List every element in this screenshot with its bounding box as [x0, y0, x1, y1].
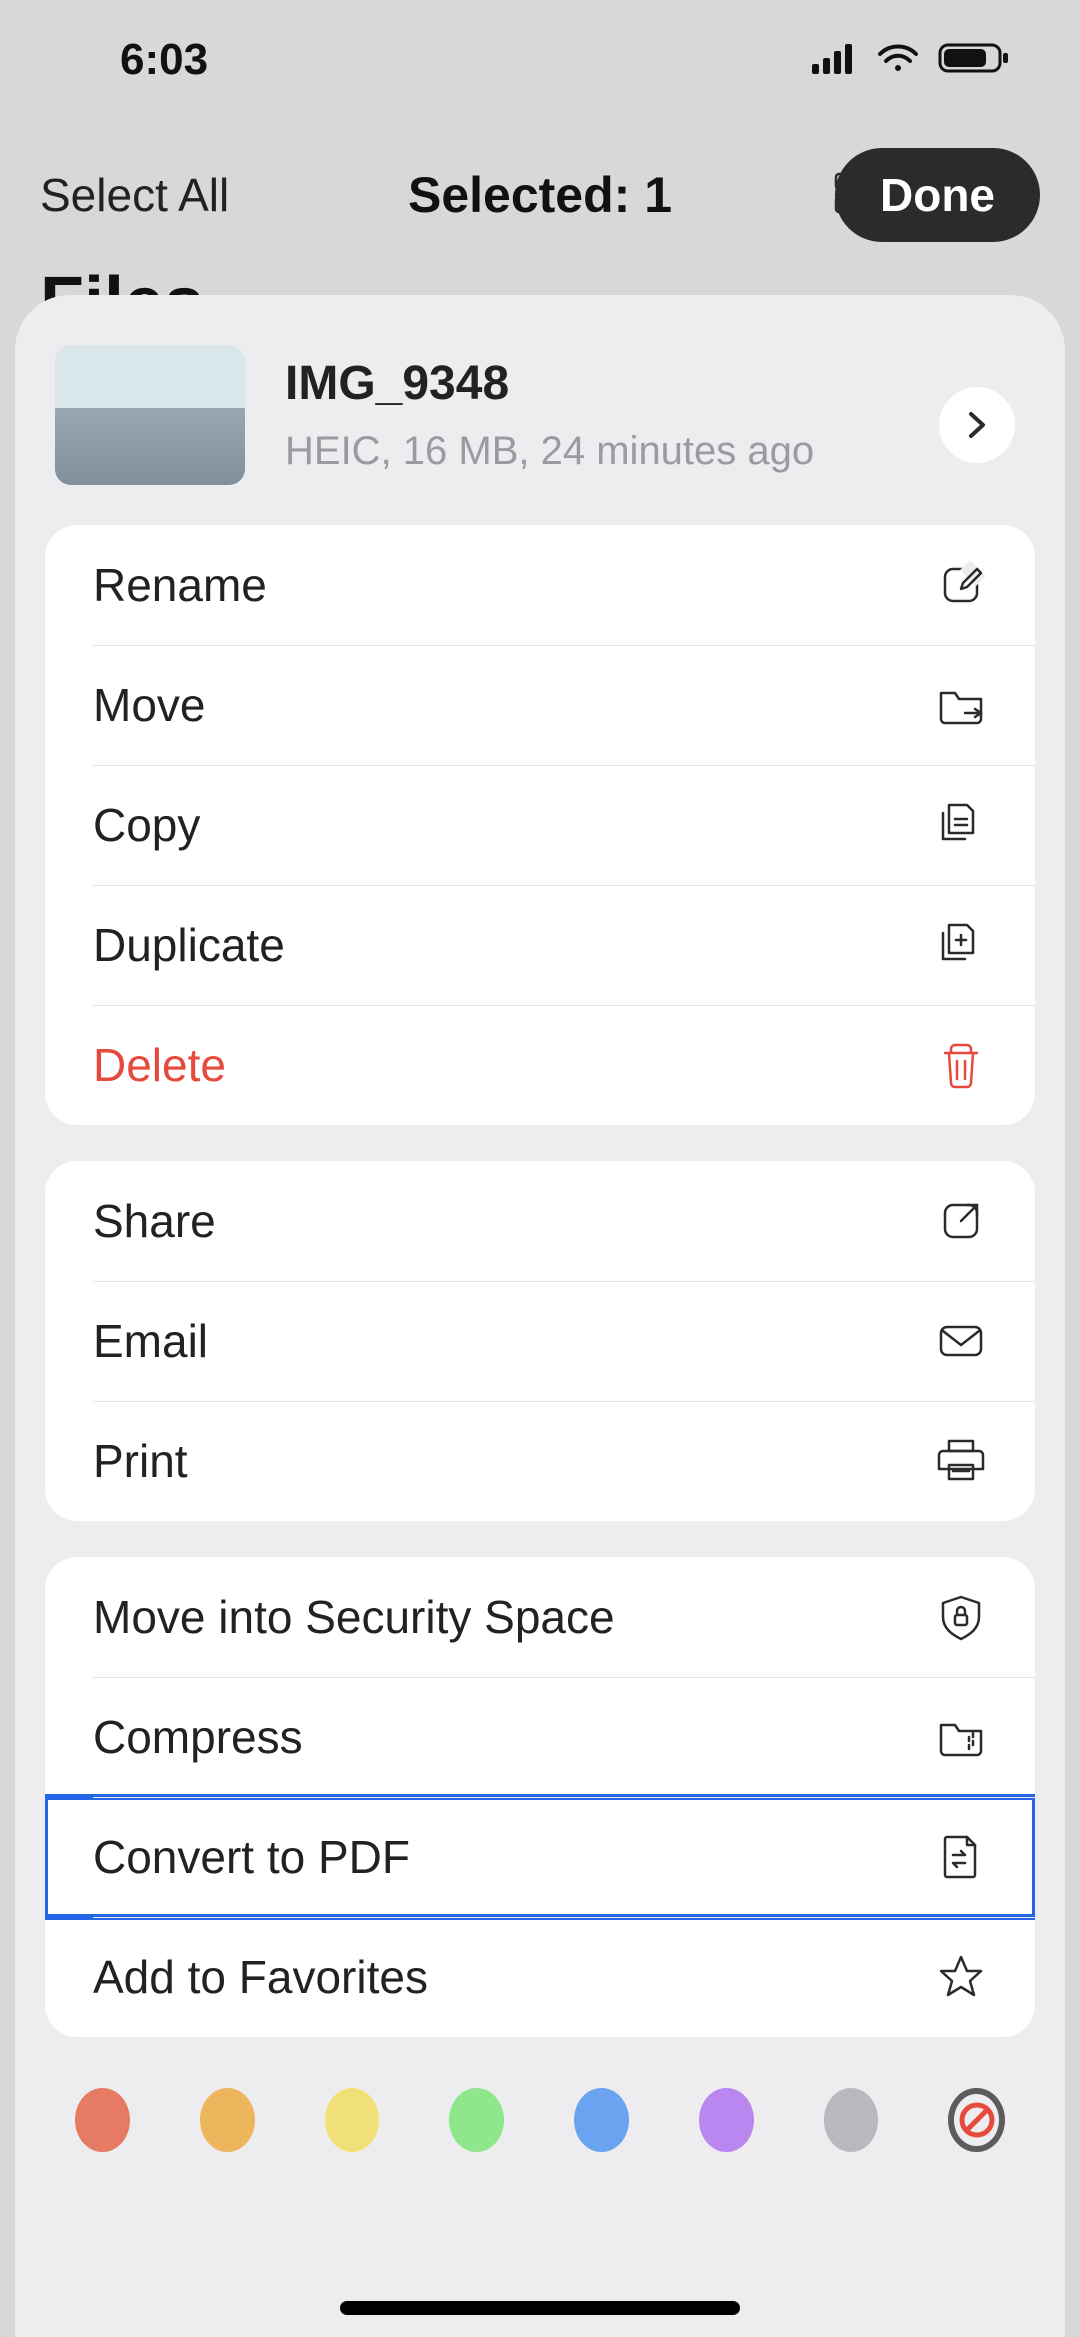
menu-item-label: Rename — [93, 558, 267, 612]
status-bar: 6:03 — [0, 0, 1080, 120]
menu-item-label: Copy — [93, 798, 200, 852]
menu-item-label: Move — [93, 678, 205, 732]
file-meta: IMG_9348 HEIC, 16 MB, 24 minutes ago — [285, 356, 1025, 474]
doc-on-doc-icon — [935, 799, 987, 851]
folder-arrow-icon — [935, 679, 987, 731]
tag-color-2[interactable] — [325, 2088, 380, 2152]
menu-item-label: Email — [93, 1314, 208, 1368]
menu-item-label: Print — [93, 1434, 188, 1488]
menu-item-label: Move into Security Space — [93, 1590, 615, 1644]
envelope-icon — [935, 1315, 987, 1367]
archive-icon — [935, 1711, 987, 1763]
menu-item-label: Share — [93, 1194, 216, 1248]
tag-color-0[interactable] — [75, 2088, 130, 2152]
status-icons — [812, 41, 1010, 80]
action-sheet: IMG_9348 HEIC, 16 MB, 24 minutes ago Ren… — [15, 295, 1065, 2337]
menu-group: Rename Move Copy Duplicate Delete — [45, 525, 1035, 1125]
battery-icon — [938, 41, 1010, 80]
tag-color-5[interactable] — [699, 2088, 754, 2152]
menu-item-move-into-security-space[interactable]: Move into Security Space — [45, 1557, 1035, 1677]
menu-item-label: Add to Favorites — [93, 1950, 428, 2004]
selection-header: Select All Selected: 1 Done — [0, 140, 1080, 250]
file-header[interactable]: IMG_9348 HEIC, 16 MB, 24 minutes ago — [15, 325, 1065, 525]
trash-icon — [935, 1039, 987, 1091]
tag-color-row — [15, 2088, 1065, 2152]
share-arrow-icon — [935, 1195, 987, 1247]
tag-color-6[interactable] — [824, 2088, 879, 2152]
tag-color-3[interactable] — [449, 2088, 504, 2152]
menu-group: Share Email Print — [45, 1161, 1035, 1521]
doc-plus-icon — [935, 919, 987, 971]
star-icon — [935, 1951, 987, 2003]
wifi-icon — [876, 42, 920, 79]
menu-item-label: Delete — [93, 1038, 226, 1092]
menu-item-label: Compress — [93, 1710, 303, 1764]
printer-icon — [935, 1435, 987, 1487]
menu-item-rename[interactable]: Rename — [45, 525, 1035, 645]
home-indicator — [340, 2301, 740, 2315]
tag-color-clear[interactable] — [948, 2088, 1005, 2152]
menu-item-share[interactable]: Share — [45, 1161, 1035, 1281]
file-thumbnail — [55, 345, 245, 485]
menu-item-copy[interactable]: Copy — [45, 765, 1035, 885]
menu-item-convert-to-pdf[interactable]: Convert to PDF — [45, 1797, 1035, 1917]
done-button[interactable]: Done — [835, 148, 1040, 242]
doc-convert-icon — [935, 1831, 987, 1883]
disclosure-button[interactable] — [939, 387, 1015, 463]
select-all-button[interactable]: Select All — [40, 168, 229, 222]
menu-item-label: Duplicate — [93, 918, 285, 972]
menu-item-add-to-favorites[interactable]: Add to Favorites — [45, 1917, 1035, 2037]
file-name: IMG_9348 — [285, 356, 1025, 411]
cellular-icon — [812, 42, 858, 79]
selected-count: Selected: 1 — [408, 166, 672, 224]
menu-item-label: Convert to PDF — [93, 1830, 410, 1884]
shield-lock-icon — [935, 1591, 987, 1643]
menu-group: Move into Security Space Compress Convert … — [45, 1557, 1035, 2037]
menu-item-compress[interactable]: Compress — [45, 1677, 1035, 1797]
menu-item-duplicate[interactable]: Duplicate — [45, 885, 1035, 1005]
tag-color-1[interactable] — [200, 2088, 255, 2152]
menu-item-move[interactable]: Move — [45, 645, 1035, 765]
pencil-square-icon — [935, 559, 987, 611]
status-time: 6:03 — [120, 35, 208, 85]
tag-color-4[interactable] — [574, 2088, 629, 2152]
file-subtitle: HEIC, 16 MB, 24 minutes ago — [285, 429, 1025, 474]
menu-item-email[interactable]: Email — [45, 1281, 1035, 1401]
menu-item-print[interactable]: Print — [45, 1401, 1035, 1521]
menu-item-delete[interactable]: Delete — [45, 1005, 1035, 1125]
